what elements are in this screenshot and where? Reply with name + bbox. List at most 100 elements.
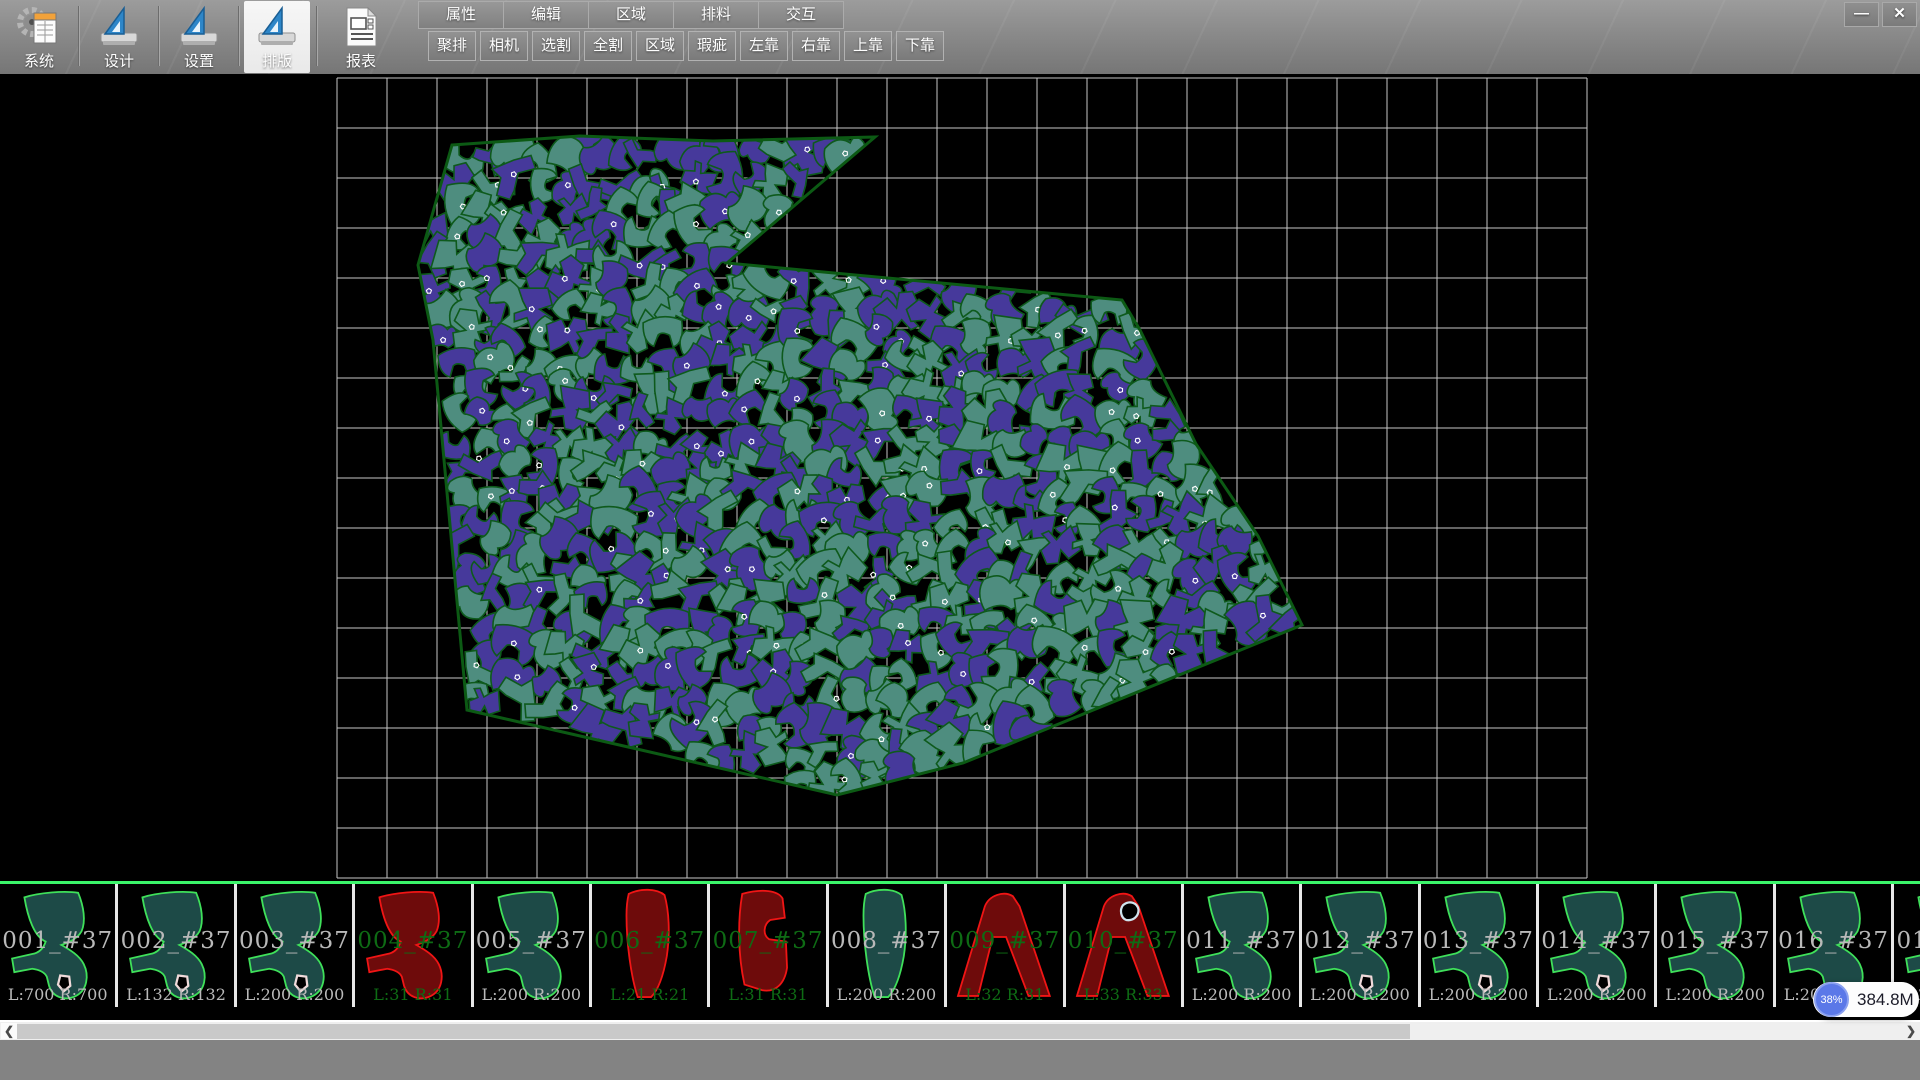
main-button-label: 系统	[6, 50, 72, 71]
thumbnail-row: 001_#37 L:700 R:700 002_#37 L:132 R:132 00…	[0, 884, 1920, 1007]
tool-button-cluster-nest[interactable]: 聚排	[428, 31, 476, 61]
piece-counts: L:21 R:21	[592, 985, 707, 1004]
menu-tab-nest[interactable]: 排料	[673, 1, 759, 29]
thumbnail-007[interactable]: 007_#37 L:31 R:31	[710, 884, 828, 1007]
triangle-ruler-icon	[97, 5, 141, 49]
memory-overlay: 38% 384.8M	[1813, 982, 1919, 1017]
piece-counts: L:33 R:33	[1066, 985, 1181, 1004]
piece-counts: L:132 R:132	[118, 985, 233, 1004]
piece-id: 005_#37	[474, 928, 589, 954]
piece-id: 011_#37	[1184, 928, 1299, 954]
main-button-report[interactable]: 报表	[328, 1, 394, 73]
thumbnail-001[interactable]: 001_#37 L:700 R:700	[0, 884, 118, 1007]
thumbnail-011[interactable]: 011_#37 L:200 R:200	[1184, 884, 1302, 1007]
piece-counts: L:200 R:200	[1421, 985, 1536, 1004]
piece-id: 010_#37	[1066, 928, 1181, 954]
main-button-label: 排版	[244, 50, 310, 71]
menu-tab-edit[interactable]: 编辑	[503, 1, 589, 29]
piece-id: 013_#37	[1421, 928, 1536, 954]
menu-tab-bar: 属性编辑区域排料交互	[418, 1, 843, 29]
piece-id: 004_#37	[355, 928, 470, 954]
tool-button-cut-selected[interactable]: 选割	[532, 31, 580, 61]
thumbnail-004[interactable]: 004_#37 L:31 R:31	[355, 884, 473, 1007]
window-controls: — ✕	[1844, 2, 1917, 27]
piece-id: 008_#37	[829, 928, 944, 954]
application-window: 系统 设计 设置 排版 报表 属性编辑区域排料交互 聚排相机选割全割区域瑕疵左靠…	[0, 0, 1920, 1080]
thumbnail-010[interactable]: 010_#37 L:33 R:33	[1066, 884, 1184, 1007]
thumbnail-013[interactable]: 013_#37 L:200 R:200	[1421, 884, 1539, 1007]
toolbar-separator	[158, 6, 159, 66]
main-button-label: 报表	[328, 50, 394, 71]
piece-counts: L:200 R:200	[474, 985, 589, 1004]
piece-id: 016_#37	[1776, 928, 1891, 954]
main-button-label: 设置	[166, 50, 232, 71]
piece-id: 002_#37	[118, 928, 233, 954]
menu-tab-interactive[interactable]: 交互	[758, 1, 844, 29]
main-button-system[interactable]: 系统	[6, 1, 72, 73]
piece-counts: L:200 R:200	[829, 985, 944, 1004]
main-button-settings[interactable]: 设置	[166, 1, 232, 73]
thumbnail-014[interactable]: 014_#37 L:200 R:200	[1539, 884, 1657, 1007]
piece-id: 012_#37	[1302, 928, 1417, 954]
report-document-icon	[339, 5, 383, 49]
toolbar-separator	[238, 6, 239, 66]
main-button-design[interactable]: 设计	[86, 1, 152, 73]
scroll-right-arrow-icon[interactable]: ❯	[1903, 1023, 1919, 1039]
piece-counts: L:200 R:200	[1539, 985, 1654, 1004]
piece-counts: L:200 R:200	[1657, 985, 1772, 1004]
tool-button-region[interactable]: 区域	[636, 31, 684, 61]
scrollbar-thumb[interactable]	[17, 1024, 1410, 1039]
system-gear-icon	[17, 5, 61, 49]
progress-circle-badge: 38%	[1814, 982, 1849, 1017]
main-button-nesting[interactable]: 排版	[244, 1, 310, 73]
nesting-canvas[interactable]	[0, 74, 1920, 1020]
thumbnail-006[interactable]: 006_#37 L:21 R:21	[592, 884, 710, 1007]
toolbar-separator	[316, 6, 317, 66]
horizontal-scrollbar[interactable]: ❮ ❯	[0, 1020, 1920, 1040]
triangle-ruler-icon	[177, 5, 221, 49]
piece-thumbnail-strip: 001_#37 L:700 R:700 002_#37 L:132 R:132 00…	[0, 881, 1920, 1020]
piece-counts: L:32 R:31	[947, 985, 1062, 1004]
main-button-label: 设计	[86, 50, 152, 71]
piece-id: 015_#37	[1657, 928, 1772, 954]
piece-counts: L:200 R:200	[1184, 985, 1299, 1004]
tool-button-align-top[interactable]: 上靠	[844, 31, 892, 61]
piece-counts: L:31 R:31	[355, 985, 470, 1004]
thumbnail-002[interactable]: 002_#37 L:132 R:132	[118, 884, 236, 1007]
tool-button-align-left[interactable]: 左靠	[740, 31, 788, 61]
piece-counts: L:200 R:200	[1302, 985, 1417, 1004]
main-toolbar: 系统 设计 设置 排版 报表 属性编辑区域排料交互 聚排相机选割全割区域瑕疵左靠…	[0, 0, 1920, 75]
thumbnail-003[interactable]: 003_#37 L:200 R:200	[237, 884, 355, 1007]
thumbnail-015[interactable]: 015_#37 L:200 R:200	[1657, 884, 1775, 1007]
piece-id: 017_#37	[1894, 928, 1920, 954]
triangle-ruler-icon	[255, 5, 299, 49]
piece-counts: L:200 R:200	[237, 985, 352, 1004]
piece-id: 007_#37	[710, 928, 825, 954]
thumbnail-008[interactable]: 008_#37 L:200 R:200	[829, 884, 947, 1007]
status-bar	[0, 1040, 1920, 1080]
menu-tab-properties[interactable]: 属性	[418, 1, 504, 29]
tool-button-defect[interactable]: 瑕疵	[688, 31, 736, 61]
memory-value: 384.8M	[1857, 982, 1914, 1017]
piece-id: 001_#37	[0, 928, 115, 954]
tool-button-align-bottom[interactable]: 下靠	[896, 31, 944, 61]
piece-id: 006_#37	[592, 928, 707, 954]
minimize-button[interactable]: —	[1844, 2, 1879, 27]
tool-button-camera[interactable]: 相机	[480, 31, 528, 61]
tool-button-row: 聚排相机选割全割区域瑕疵左靠右靠上靠下靠	[428, 31, 944, 61]
piece-id: 009_#37	[947, 928, 1062, 954]
nesting-drawing	[0, 74, 1920, 1020]
thumbnail-009[interactable]: 009_#37 L:32 R:31	[947, 884, 1065, 1007]
menu-tab-region[interactable]: 区域	[588, 1, 674, 29]
piece-counts: L:700 R:700	[0, 985, 115, 1004]
toolbar-separator	[78, 6, 79, 66]
thumbnail-005[interactable]: 005_#37 L:200 R:200	[474, 884, 592, 1007]
piece-counts: L:31 R:31	[710, 985, 825, 1004]
scroll-left-arrow-icon[interactable]: ❮	[1, 1023, 17, 1039]
close-button[interactable]: ✕	[1882, 2, 1917, 27]
thumbnail-012[interactable]: 012_#37 L:200 R:200	[1302, 884, 1420, 1007]
tool-button-cut-all[interactable]: 全割	[584, 31, 632, 61]
piece-id: 003_#37	[237, 928, 352, 954]
tool-button-align-right[interactable]: 右靠	[792, 31, 840, 61]
piece-id: 014_#37	[1539, 928, 1654, 954]
